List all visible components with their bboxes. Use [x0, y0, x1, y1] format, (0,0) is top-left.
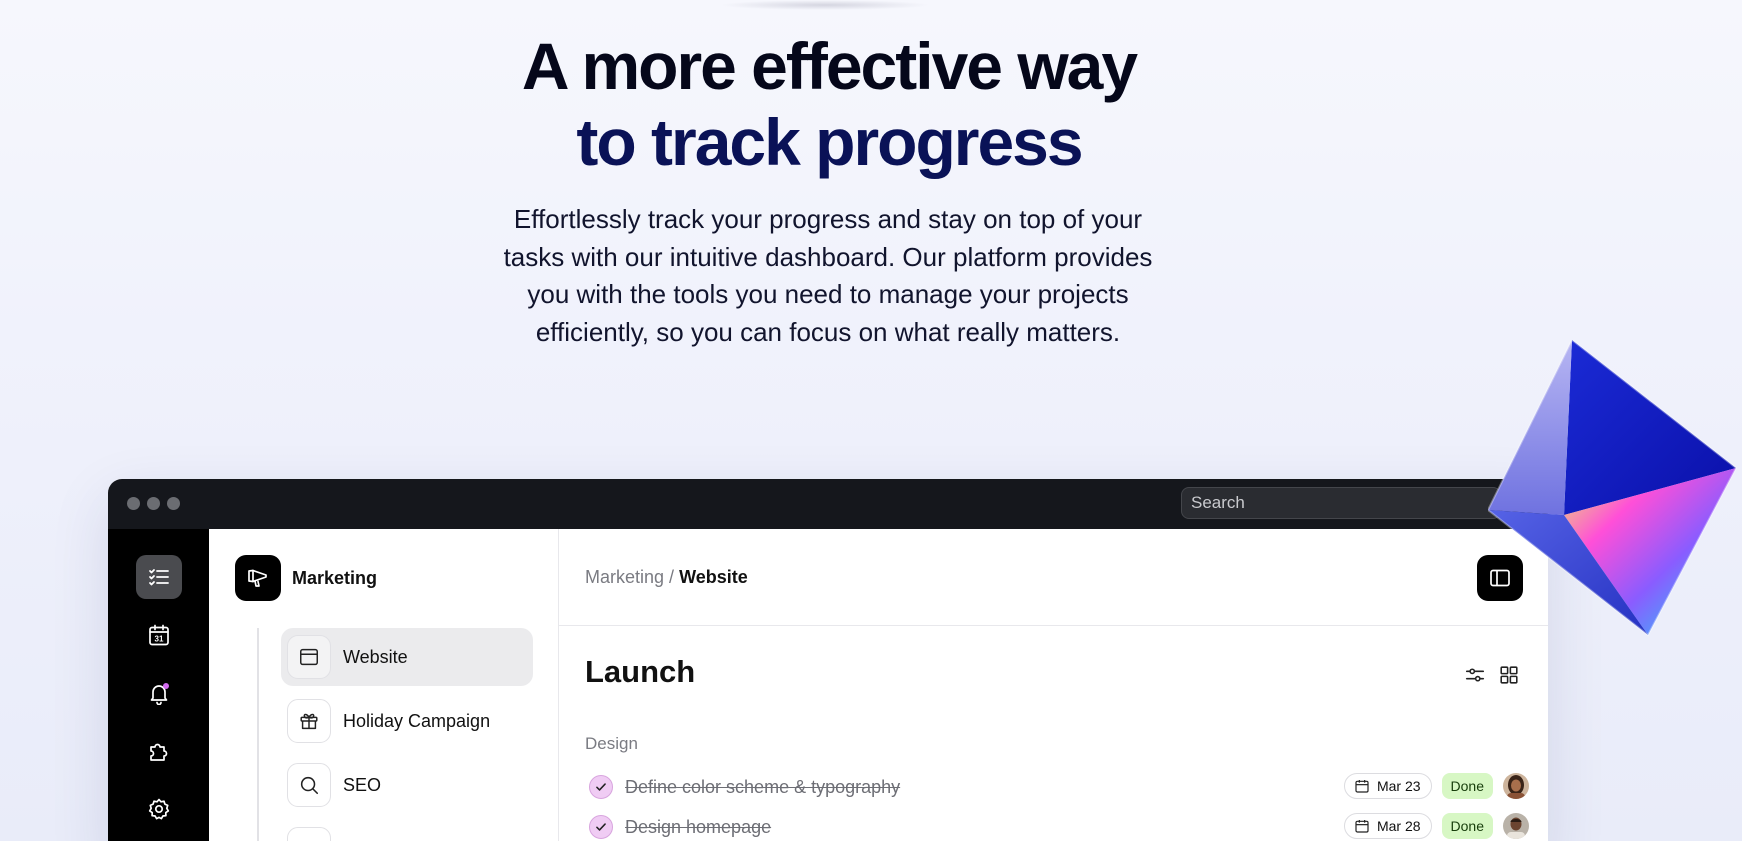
- breadcrumb: Marketing / Website: [585, 567, 748, 588]
- task-title: Design homepage: [625, 816, 772, 837]
- rail-integrations-button[interactable]: [136, 729, 182, 773]
- task-row[interactable]: Define color scheme & typography Mar 23 …: [589, 771, 1529, 803]
- due-date: Mar 23: [1376, 778, 1421, 794]
- browser-window-icon: [287, 635, 331, 679]
- sidebar-item-website[interactable]: Website: [281, 628, 533, 686]
- sidebar-item-label: Holiday Campaign: [343, 710, 491, 731]
- section-title: Launch: [585, 654, 696, 689]
- sidebar-item-holiday-campaign[interactable]: Holiday Campaign: [281, 692, 533, 750]
- gear-icon: [148, 798, 170, 820]
- project-header[interactable]: Marketing: [235, 555, 377, 601]
- window-controls: [127, 497, 180, 510]
- avatar[interactable]: [1503, 773, 1529, 799]
- partial-item-icon: [287, 827, 331, 841]
- task-title: Define color scheme & typography: [625, 776, 901, 797]
- gift-icon: [287, 699, 331, 743]
- group-label: Design: [585, 734, 638, 753]
- window-dot-minimize[interactable]: [147, 497, 160, 510]
- megaphone-icon: [235, 555, 281, 601]
- project-sidebar: Marketing Website Holiday Campaign SEO: [209, 529, 559, 841]
- hero-description: Effortlessly track your progress and sta…: [503, 204, 1153, 347]
- bell-icon: [150, 683, 169, 705]
- task-meta: Mar 28 Done: [1343, 813, 1529, 839]
- tree-line: [257, 628, 259, 841]
- filter-sliders-icon[interactable]: [1464, 664, 1486, 686]
- checklist-icon: [149, 569, 169, 586]
- status-badge: Done: [1441, 773, 1493, 799]
- task-checkbox[interactable]: [589, 775, 613, 799]
- search-icon: [287, 763, 331, 807]
- avatar[interactable]: [1503, 813, 1529, 839]
- main-panel: Marketing / Website Launch Design Define…: [559, 529, 1548, 841]
- calendar-small-icon: [1355, 820, 1369, 833]
- hero-title-line2: to track progress: [576, 105, 1083, 179]
- breadcrumb-separator: /: [669, 567, 675, 587]
- status-badge: Done: [1441, 813, 1493, 839]
- breadcrumb-current: Website: [679, 567, 748, 587]
- rail-settings-button[interactable]: [136, 787, 182, 831]
- due-date-chip[interactable]: Mar 28: [1343, 813, 1432, 839]
- rail-tasks-button[interactable]: [136, 555, 182, 599]
- icon-rail: 31: [108, 529, 209, 841]
- calendar-small-icon: [1355, 780, 1369, 793]
- task-row[interactable]: Design homepage Mar 28 Done: [589, 811, 1529, 841]
- check-icon: [596, 823, 606, 831]
- decorative-crystal-illustration: [1488, 340, 1738, 637]
- due-date-chip[interactable]: Mar 23: [1343, 773, 1432, 799]
- app-window: Search 31 Marketing Website Holiday Camp…: [108, 479, 1548, 841]
- hero-title: A more effective way to track progress: [0, 28, 1658, 180]
- breadcrumb-parent[interactable]: Marketing: [585, 567, 664, 587]
- project-name: Marketing: [292, 567, 378, 588]
- check-icon: [596, 783, 606, 791]
- header-divider: [559, 625, 1548, 626]
- due-date: Mar 28: [1376, 818, 1421, 834]
- top-glow: [720, 0, 930, 10]
- calendar-icon: 31: [149, 624, 169, 646]
- search-input[interactable]: Search: [1181, 487, 1501, 519]
- rail-calendar-button[interactable]: 31: [136, 613, 182, 657]
- sidebar-item-seo[interactable]: SEO: [281, 756, 533, 814]
- puzzle-icon: [150, 743, 168, 761]
- grid-view-icon[interactable]: [1498, 664, 1520, 686]
- sidebar-item-partial[interactable]: [281, 820, 533, 841]
- window-dot-close[interactable]: [127, 497, 140, 510]
- rail-notifications-button[interactable]: [136, 671, 182, 715]
- view-toolbar: [1464, 664, 1520, 686]
- hero-title-line1: A more effective way: [521, 29, 1138, 103]
- task-checkbox[interactable]: [589, 815, 613, 839]
- sidebar-item-label: SEO: [343, 774, 382, 795]
- task-meta: Mar 23 Done: [1343, 773, 1529, 799]
- svg-text:31: 31: [155, 635, 164, 644]
- sidebar-item-label: Website: [343, 646, 408, 667]
- window-dot-maximize[interactable]: [167, 497, 180, 510]
- window-titlebar: Search: [108, 479, 1548, 529]
